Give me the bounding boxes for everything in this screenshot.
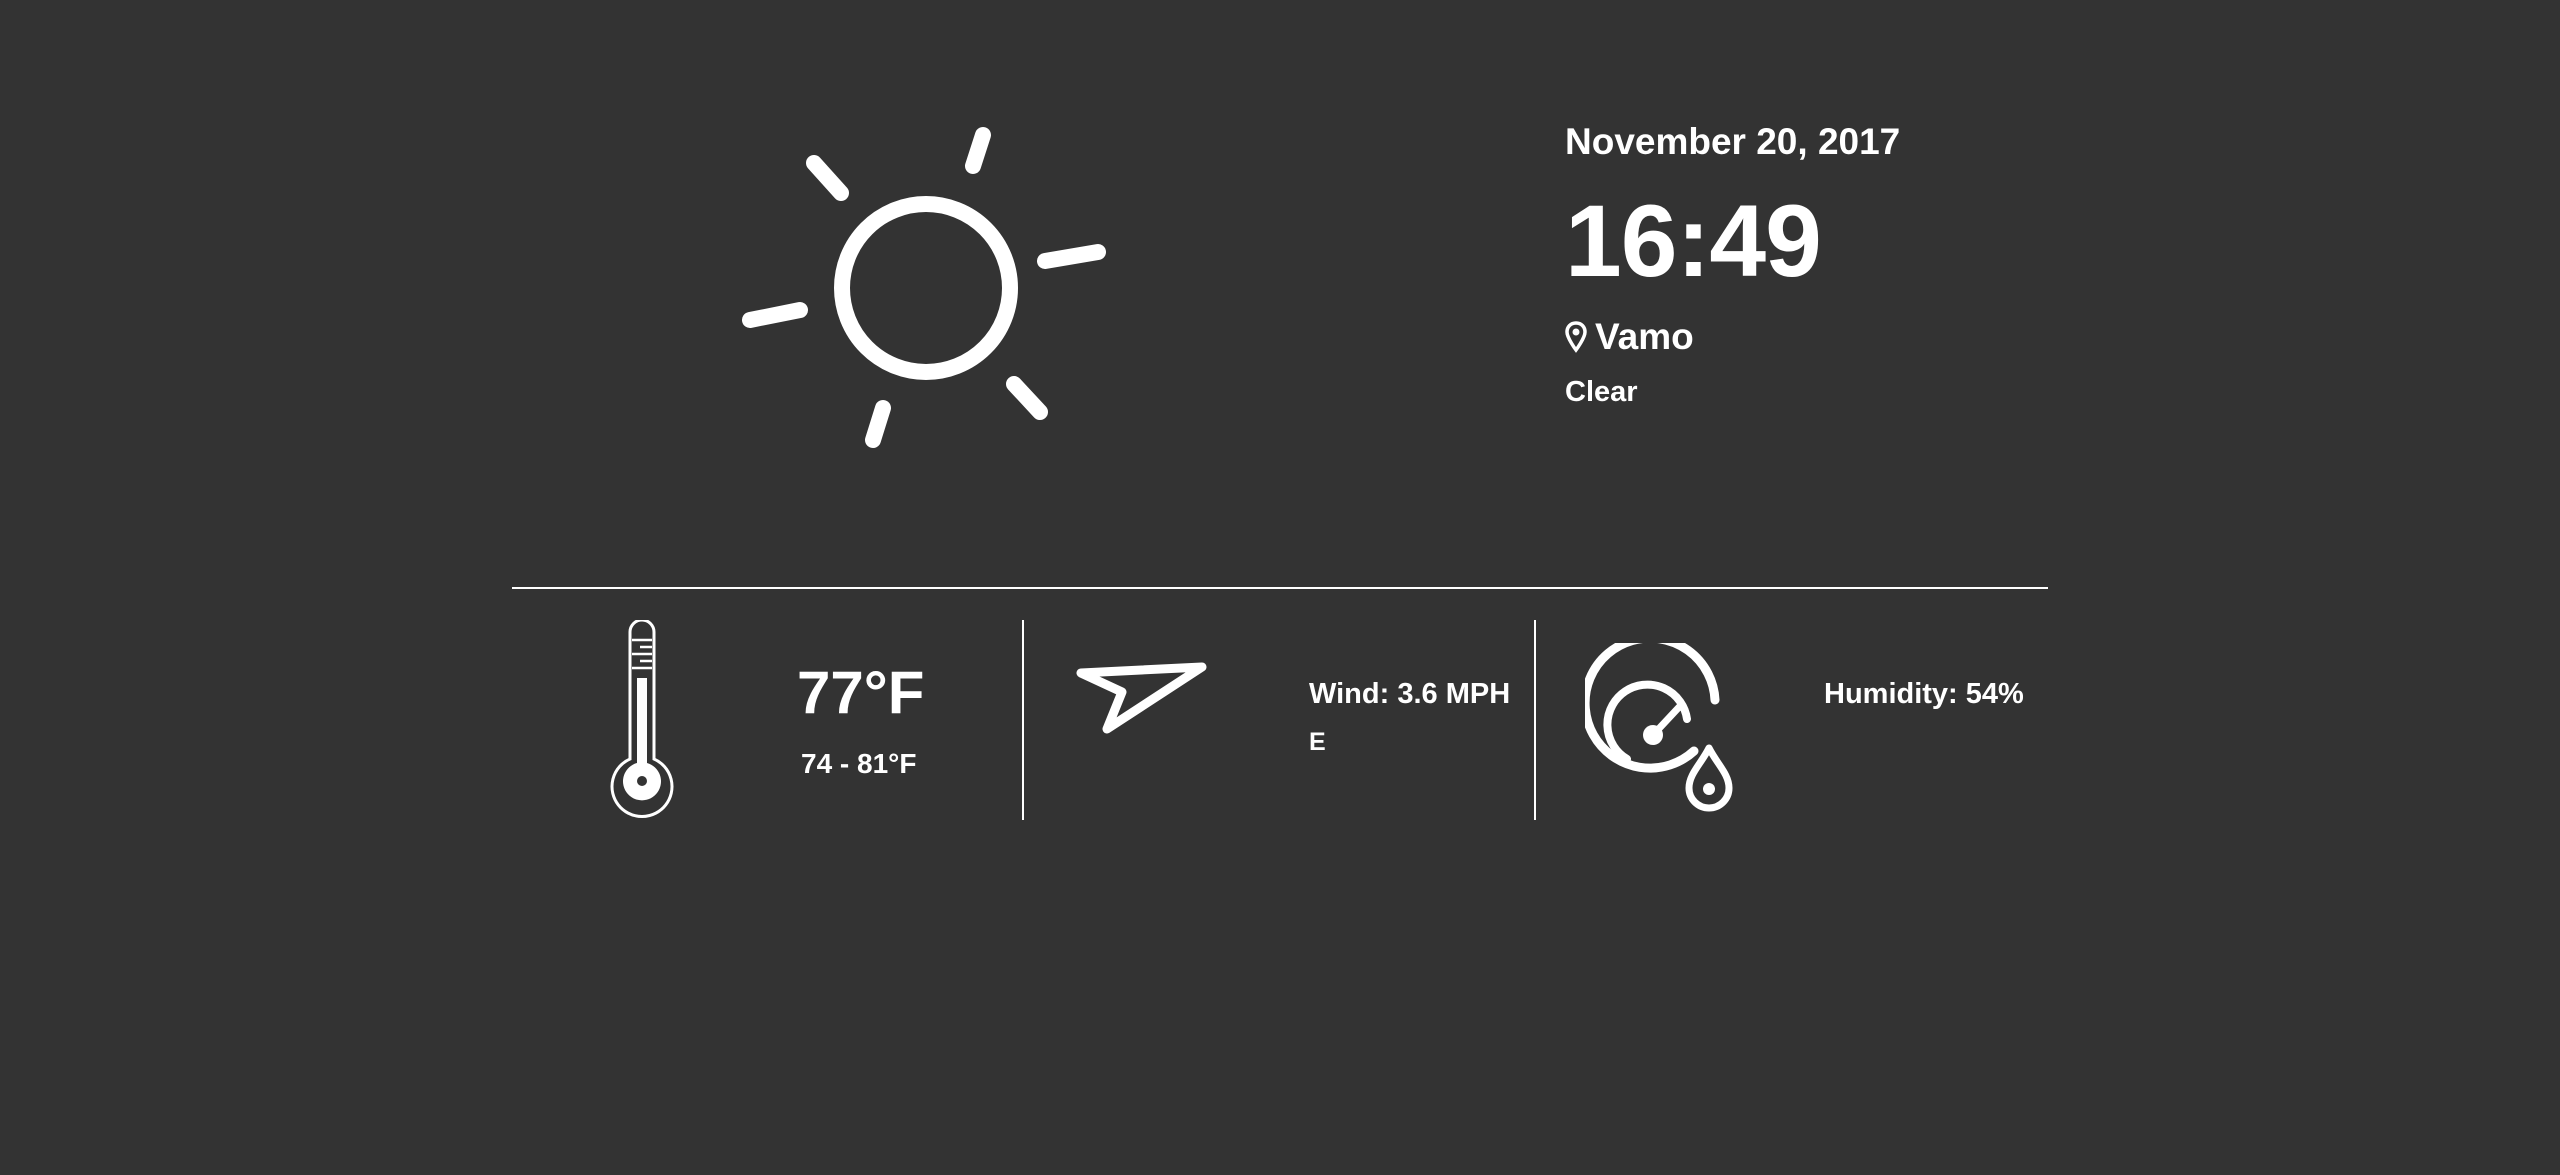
stats-separator [1534, 620, 1536, 820]
humidity-value: Humidity: 54% [1824, 678, 2024, 710]
location-label: Vamo [1595, 316, 1694, 357]
location-row: Vamo [1565, 312, 1900, 362]
thermometer-icon [602, 618, 682, 825]
weather-dashboard: November 20, 2017 16:49 Vamo Clear 77°F … [0, 0, 2560, 1175]
wind-direction: E [1309, 728, 1326, 756]
section-divider [512, 587, 2048, 589]
humidity-gauge-icon [1580, 633, 1755, 818]
temperature-panel: 77°F 74 - 81°F [512, 618, 1023, 820]
wind-panel: Wind: 3.6 MPH E [1024, 620, 1535, 820]
time-label: 16:49 [1565, 184, 1822, 298]
sun-icon [730, 100, 1130, 480]
temperature-current: 77°F [797, 659, 925, 726]
location-pin-icon [1565, 321, 1587, 353]
wind-direction-icon [1074, 660, 1224, 765]
weather-summary: November 20, 2017 16:49 Vamo Clear [1565, 118, 1900, 409]
wind-speed: Wind: 3.6 MPH [1309, 678, 1511, 710]
humidity-panel: Humidity: 54% [1537, 620, 2048, 820]
stats-row: 77°F 74 - 81°F Wind: 3.6 MPH E Humidity:… [512, 618, 2048, 820]
temperature-range: 74 - 81°F [801, 748, 917, 779]
date-label: November 20, 2017 [1565, 121, 1901, 162]
condition-label: Clear [1565, 376, 1638, 408]
